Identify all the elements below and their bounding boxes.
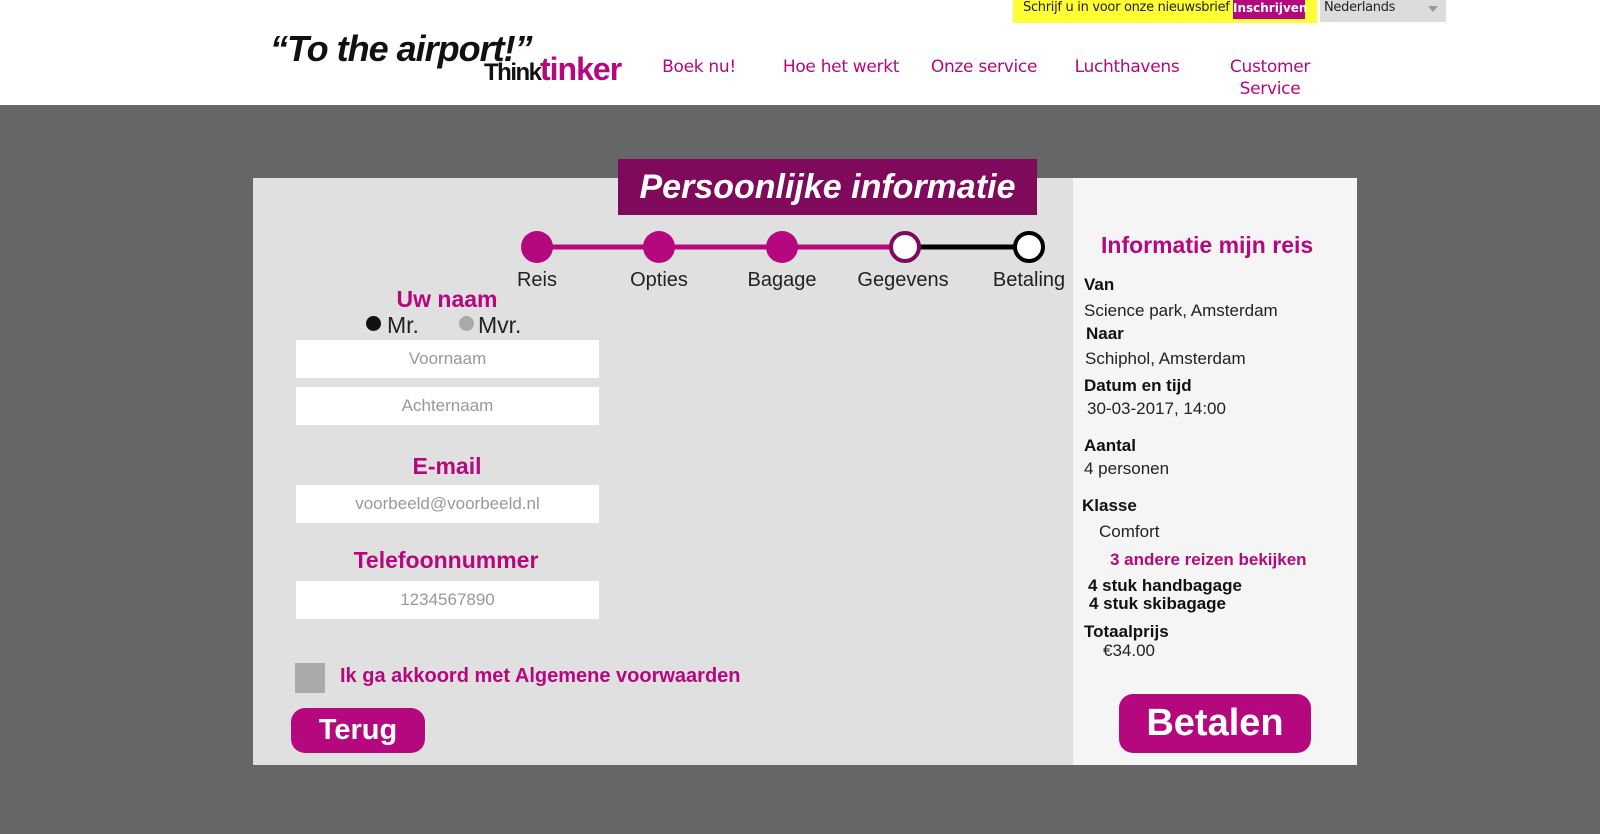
- name-heading: Uw naam: [396, 286, 498, 312]
- back-button[interactable]: Terug: [291, 708, 425, 753]
- pay-button[interactable]: Betalen: [1119, 694, 1311, 753]
- radio-mvr-label[interactable]: Mvr.: [478, 312, 521, 339]
- nav-customer-service[interactable]: Customer Service: [1224, 56, 1316, 100]
- hand-luggage-value: 4 stuk handbagage: [1088, 576, 1242, 595]
- step-label-bagage: Bagage: [747, 269, 817, 291]
- radio-mr[interactable]: [366, 316, 381, 331]
- nav-hoe-het-werkt[interactable]: Hoe het werkt: [782, 56, 900, 78]
- nav-customer-service-line2: Service: [1239, 79, 1301, 99]
- chevron-down-icon: [1428, 6, 1438, 12]
- datetime-value: 30-03-2017, 14:00: [1087, 399, 1226, 418]
- total-price-value: €34.00: [1103, 641, 1155, 660]
- radio-mvr[interactable]: [459, 316, 474, 331]
- last-name-input[interactable]: [296, 387, 599, 425]
- step-label-gegevens: Gegevens: [857, 269, 949, 291]
- nav-onze-service[interactable]: Onze service: [930, 56, 1038, 78]
- from-label: Van: [1084, 275, 1115, 294]
- language-select-value: Nederlands: [1324, 0, 1396, 15]
- top-header: Schrijf u in voor onze nieuwsbrief Insch…: [0, 0, 1600, 105]
- logo-think: Think: [484, 59, 542, 86]
- total-price-label: Totaalprijs: [1084, 622, 1169, 641]
- newsletter-bar: Schrijf u in voor onze nieuwsbrief Insch…: [1013, 0, 1317, 23]
- email-input[interactable]: [296, 485, 599, 523]
- phone-heading: Telefoonnummer: [353, 547, 539, 573]
- to-value: Schiphol, Amsterdam: [1085, 349, 1246, 368]
- nav-customer-service-line1: Customer: [1229, 57, 1311, 77]
- newsletter-text: Schrijf u in voor onze nieuwsbrief: [1023, 0, 1230, 15]
- step-label-betaling: Betaling: [992, 269, 1066, 291]
- phone-input[interactable]: [296, 581, 599, 619]
- other-trips-link[interactable]: 3 andere reizen bekijken: [1110, 550, 1307, 570]
- newsletter-subscribe-button[interactable]: Inschrijven: [1233, 0, 1307, 19]
- terms-checkbox[interactable]: [295, 663, 325, 693]
- nav-boek-nu[interactable]: Boek nu!: [662, 56, 736, 78]
- page-title: Persoonlijke informatie: [618, 159, 1037, 215]
- radio-mr-label[interactable]: Mr.: [387, 312, 419, 339]
- count-value: 4 personen: [1084, 459, 1170, 478]
- from-value: Science park, Amsterdam: [1084, 301, 1278, 320]
- datetime-label: Datum en tijd: [1084, 376, 1192, 395]
- language-select[interactable]: Nederlands: [1320, 0, 1446, 22]
- logo[interactable]: “To the airport!” Think tinker: [270, 28, 630, 90]
- step-label-opties: Opties: [630, 269, 688, 291]
- first-name-input[interactable]: [296, 340, 599, 378]
- count-label: Aantal: [1084, 436, 1136, 455]
- trip-info-title: Informatie mijn reis: [1101, 232, 1314, 258]
- terms-label[interactable]: Ik ga akkoord met Algemene voorwaarden: [340, 665, 741, 688]
- email-heading: E-mail: [412, 453, 482, 479]
- to-label: Naar: [1086, 324, 1124, 343]
- ski-luggage-value: 4 stuk skibagage: [1089, 594, 1227, 613]
- class-label: Klasse: [1082, 496, 1137, 515]
- class-value: Comfort: [1099, 522, 1160, 541]
- nav-luchthavens[interactable]: Luchthavens: [1074, 56, 1180, 78]
- logo-tinker: tinker: [540, 51, 622, 87]
